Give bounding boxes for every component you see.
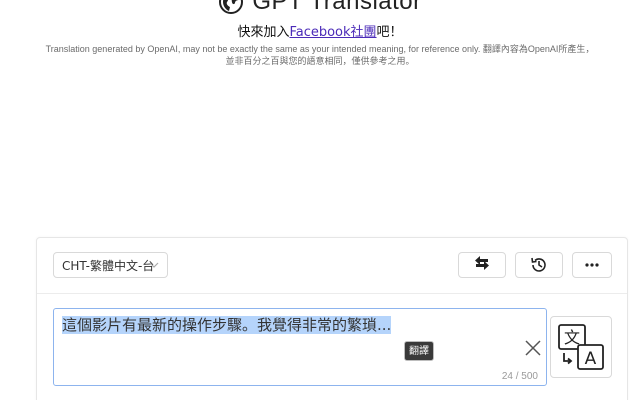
history-icon [531, 257, 546, 272]
disclaimer: Translation generated by OpenAI, may not… [30, 43, 610, 67]
chevron-down-icon [149, 262, 159, 268]
more-options-button[interactable] [572, 252, 612, 278]
selected-text: 這個影片有最新的操作步驟。我覺得非常的繁瑣... [62, 316, 392, 334]
character-counter: 24 / 500 [501, 371, 538, 382]
svg-text:文: 文 [564, 328, 580, 347]
history-button[interactable] [515, 252, 563, 278]
app-header: GPT Translator [0, 0, 640, 18]
disclaimer-line-1: Translation generated by OpenAI, may not… [45, 44, 595, 54]
source-text-value: 這個影片有最新的操作步驟。我覺得非常的繁瑣... [62, 315, 392, 335]
language-select-value: CHT-繁體中文-台 [62, 258, 155, 273]
facebook-group-link[interactable]: Facebook社團 [289, 25, 376, 40]
translate-button[interactable]: 文 A [550, 316, 612, 378]
svg-text:A: A [585, 349, 597, 369]
translator-panel: CHT-繁體中文-台 這個影片有最新的操作步驟。我覺得非常的繁瑣... 翻譯 2… [36, 237, 628, 400]
join-facebook-text: 快來加入Facebook社團吧！ [0, 21, 640, 40]
app-title: GPT Translator [252, 0, 422, 15]
close-icon[interactable] [524, 339, 542, 357]
floating-translate-button[interactable]: 翻譯 [404, 341, 434, 361]
language-select[interactable]: CHT-繁體中文-台 [53, 252, 168, 278]
source-text-input[interactable]: 這個影片有最新的操作步驟。我覺得非常的繁瑣... 翻譯 24 / 500 [53, 308, 547, 386]
brand: GPT Translator [0, 0, 640, 18]
swap-button[interactable] [458, 252, 506, 278]
disclaimer-line-2: 並非百分之百與您的語意相同，僅供參考之用。 [225, 56, 415, 66]
toolbar-divider [37, 293, 627, 294]
join-suffix: 吧！ [376, 25, 403, 40]
translate-icon: 文 A [558, 324, 604, 370]
join-prefix: 快來加入 [237, 25, 290, 40]
more-dots-icon [585, 263, 599, 267]
swap-arrows-icon [475, 256, 489, 270]
globe-icon [219, 0, 244, 14]
